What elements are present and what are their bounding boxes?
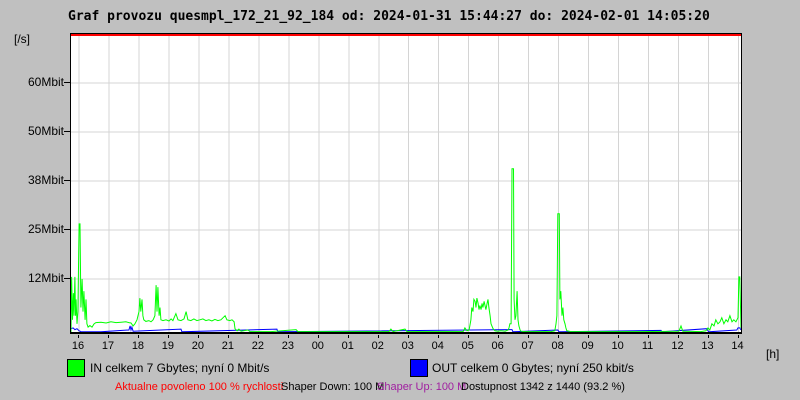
in-traffic-line [71, 168, 741, 332]
x-tick-mark [347, 335, 349, 338]
x-tick-label: 03 [401, 340, 414, 352]
graph-title: Graf provozu quesmpl_172_21_92_184 od: 2… [68, 9, 710, 24]
x-tick-mark [677, 335, 679, 338]
out-legend-swatch [410, 359, 428, 377]
x-tick-label: 00 [311, 340, 324, 352]
x-tick-mark [287, 335, 289, 338]
plot-area [70, 33, 742, 334]
traffic-graph-window: Graf provozu quesmpl_172_21_92_184 od: 2… [0, 0, 800, 400]
x-tick-mark [647, 335, 649, 338]
availability-text: Dostupnost 1342 z 1440 (93.2 %) [461, 381, 625, 393]
x-tick-mark [197, 335, 199, 338]
y-tick-label: 60Mbit [27, 75, 64, 89]
x-tick-mark [437, 335, 439, 338]
x-tick-label: 23 [281, 340, 294, 352]
x-tick-mark [527, 335, 529, 338]
x-tick-mark [317, 335, 319, 338]
x-tick-label: 01 [341, 340, 354, 352]
x-tick-mark [707, 335, 709, 338]
x-tick-label: 02 [371, 340, 384, 352]
x-tick-mark [377, 335, 379, 338]
x-tick-label: 10 [611, 340, 624, 352]
x-tick-label: 16 [71, 340, 85, 352]
traffic-chart [71, 34, 741, 332]
y-tick-label: 25Mbit [27, 222, 64, 236]
x-tick-label: 18 [131, 340, 145, 352]
x-tick-label: 21 [221, 340, 234, 352]
x-tick-label: 09 [581, 340, 594, 352]
y-tick-mark [64, 229, 70, 230]
y-axis-unit-label: [/s] [14, 32, 31, 46]
y-tick-mark [64, 278, 70, 279]
y-tick-label: 12Mbit [27, 271, 64, 285]
y-tick-label: 50Mbit [27, 124, 64, 138]
y-tick-mark [64, 82, 70, 83]
x-tick-label: 05 [461, 340, 474, 352]
x-tick-label: 12 [671, 340, 684, 352]
x-tick-label: 17 [101, 340, 115, 352]
x-tick-label: 22 [251, 340, 264, 352]
out-legend-label: OUT celkem 0 Gbytes; nyní 250 kbit/s [432, 361, 634, 375]
x-tick-mark [587, 335, 589, 338]
x-tick-label: 14 [731, 340, 744, 352]
x-tick-mark [557, 335, 559, 338]
x-axis-unit-label: [h] [766, 347, 780, 361]
x-tick-mark [407, 335, 409, 338]
x-tick-label: 13 [701, 340, 714, 352]
y-tick-mark [64, 131, 70, 132]
x-tick-label: 04 [431, 340, 444, 352]
allowed-speed-text: Aktualne povoleno 100 % rychlosti [115, 381, 284, 393]
x-tick-label: 11 [641, 340, 654, 352]
x-tick-label: 08 [551, 340, 564, 352]
x-tick-label: 20 [191, 340, 205, 352]
x-tick-mark [497, 335, 499, 338]
shaper-up-text: Shaper Up: 100 M [377, 381, 467, 393]
y-tick-label: 38Mbit [27, 173, 64, 187]
x-tick-label: 19 [161, 340, 175, 352]
x-tick-mark [257, 335, 259, 338]
x-tick-mark [77, 335, 79, 338]
x-tick-mark [617, 335, 619, 338]
x-tick-mark [737, 335, 739, 338]
x-tick-mark [167, 335, 169, 338]
in-legend-label: IN celkem 7 Gbytes; nyní 0 Mbit/s [90, 361, 270, 375]
shaper-limit-line [71, 34, 741, 36]
shaper-down-text: Shaper Down: 100 M [281, 381, 385, 393]
x-tick-mark [137, 335, 139, 338]
x-tick-mark [467, 335, 469, 338]
in-legend-swatch [67, 359, 85, 377]
y-tick-mark [64, 180, 70, 181]
x-tick-mark [227, 335, 229, 338]
x-tick-label: 06 [491, 340, 504, 352]
x-tick-label: 07 [521, 340, 534, 352]
x-tick-mark [107, 335, 109, 338]
